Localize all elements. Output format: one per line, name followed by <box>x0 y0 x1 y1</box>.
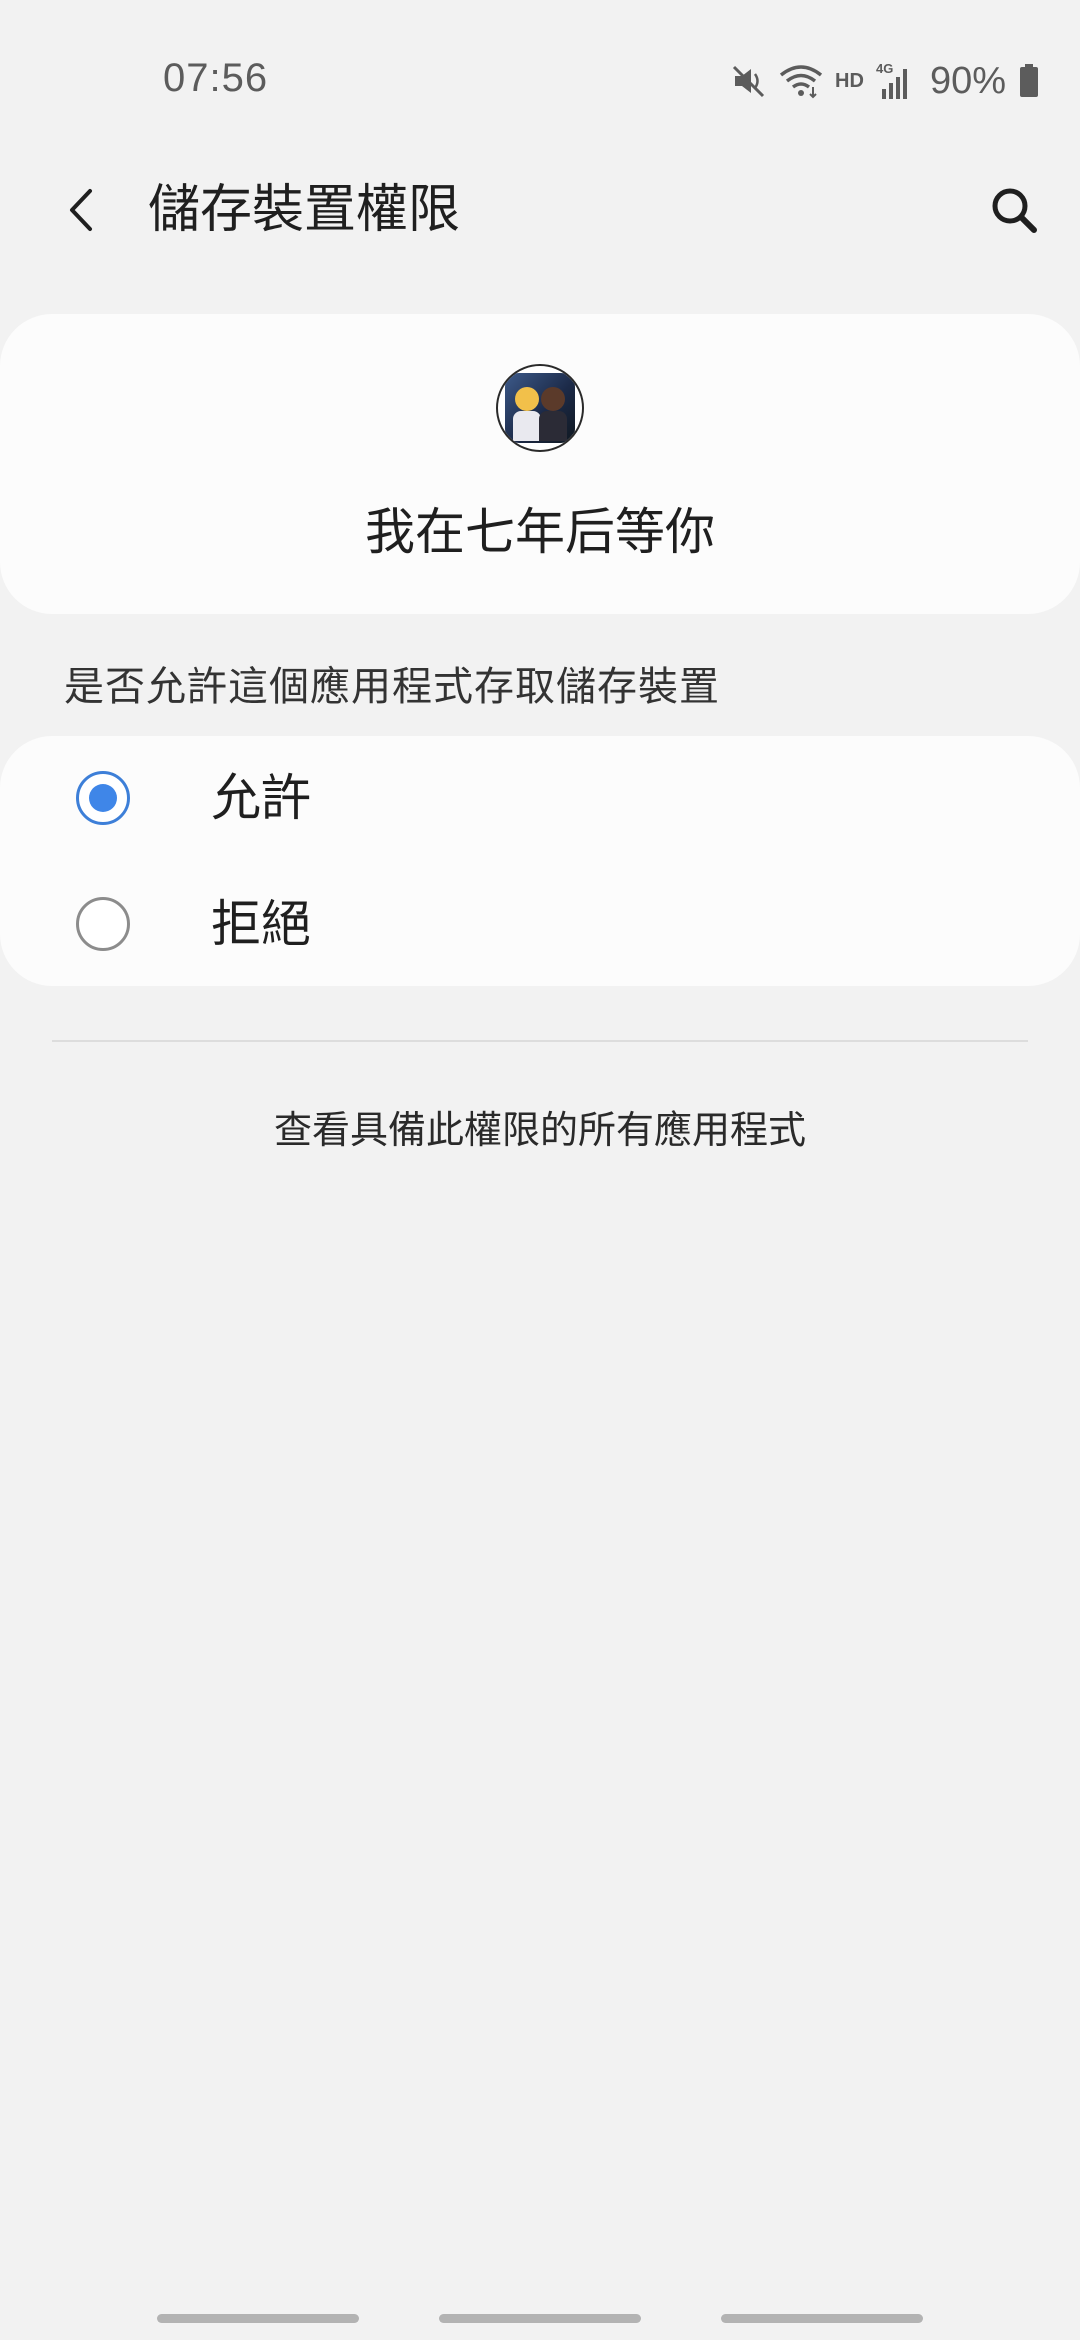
app-bar: 儲存裝置權限 <box>0 150 1080 270</box>
app-info-card: 我在七年后等你 <box>0 314 1080 614</box>
app-icon-artwork <box>505 373 575 443</box>
permission-question: 是否允許這個應用程式存取儲存裝置 <box>64 664 720 710</box>
hd-icon: HD <box>835 69 864 92</box>
app-icon <box>496 364 584 452</box>
radio-button-deny[interactable] <box>76 897 130 951</box>
status-icons: HD 4G 90% <box>731 58 1040 104</box>
mute-icon <box>731 63 767 99</box>
page-title: 儲存裝置權限 <box>148 180 461 240</box>
battery-icon <box>1018 63 1040 99</box>
nav-pill-recents[interactable] <box>157 2314 359 2323</box>
battery-percent: 90% <box>929 59 1006 102</box>
back-button[interactable] <box>46 176 118 248</box>
signal-4g-icon: 4G <box>876 61 914 101</box>
permission-options-card: 允許 拒絕 <box>0 736 1080 986</box>
radio-selected-dot <box>89 784 117 812</box>
radio-label-allow: 允許 <box>211 769 311 827</box>
radio-option-deny[interactable]: 拒絕 <box>0 862 1080 986</box>
status-time: 07:56 <box>163 56 269 100</box>
radio-label-deny: 拒絕 <box>211 895 311 953</box>
svg-text:4G: 4G <box>876 61 893 76</box>
see-all-apps-link[interactable]: 查看具備此權限的所有應用程式 <box>0 1104 1080 1156</box>
nav-pill-back[interactable] <box>721 2314 923 2323</box>
app-name: 我在七年后等你 <box>365 503 715 561</box>
search-icon <box>988 184 1040 240</box>
nav-pill-home[interactable] <box>439 2314 641 2323</box>
radio-option-allow[interactable]: 允許 <box>0 736 1080 860</box>
divider <box>52 1040 1028 1042</box>
wifi-icon <box>779 63 823 99</box>
radio-button-allow[interactable] <box>76 771 130 825</box>
status-bar: 07:56 HD 4G 90% <box>0 0 1080 160</box>
search-button[interactable] <box>978 176 1050 248</box>
back-arrow-icon <box>62 185 102 239</box>
gesture-nav-bar <box>0 2300 1080 2340</box>
